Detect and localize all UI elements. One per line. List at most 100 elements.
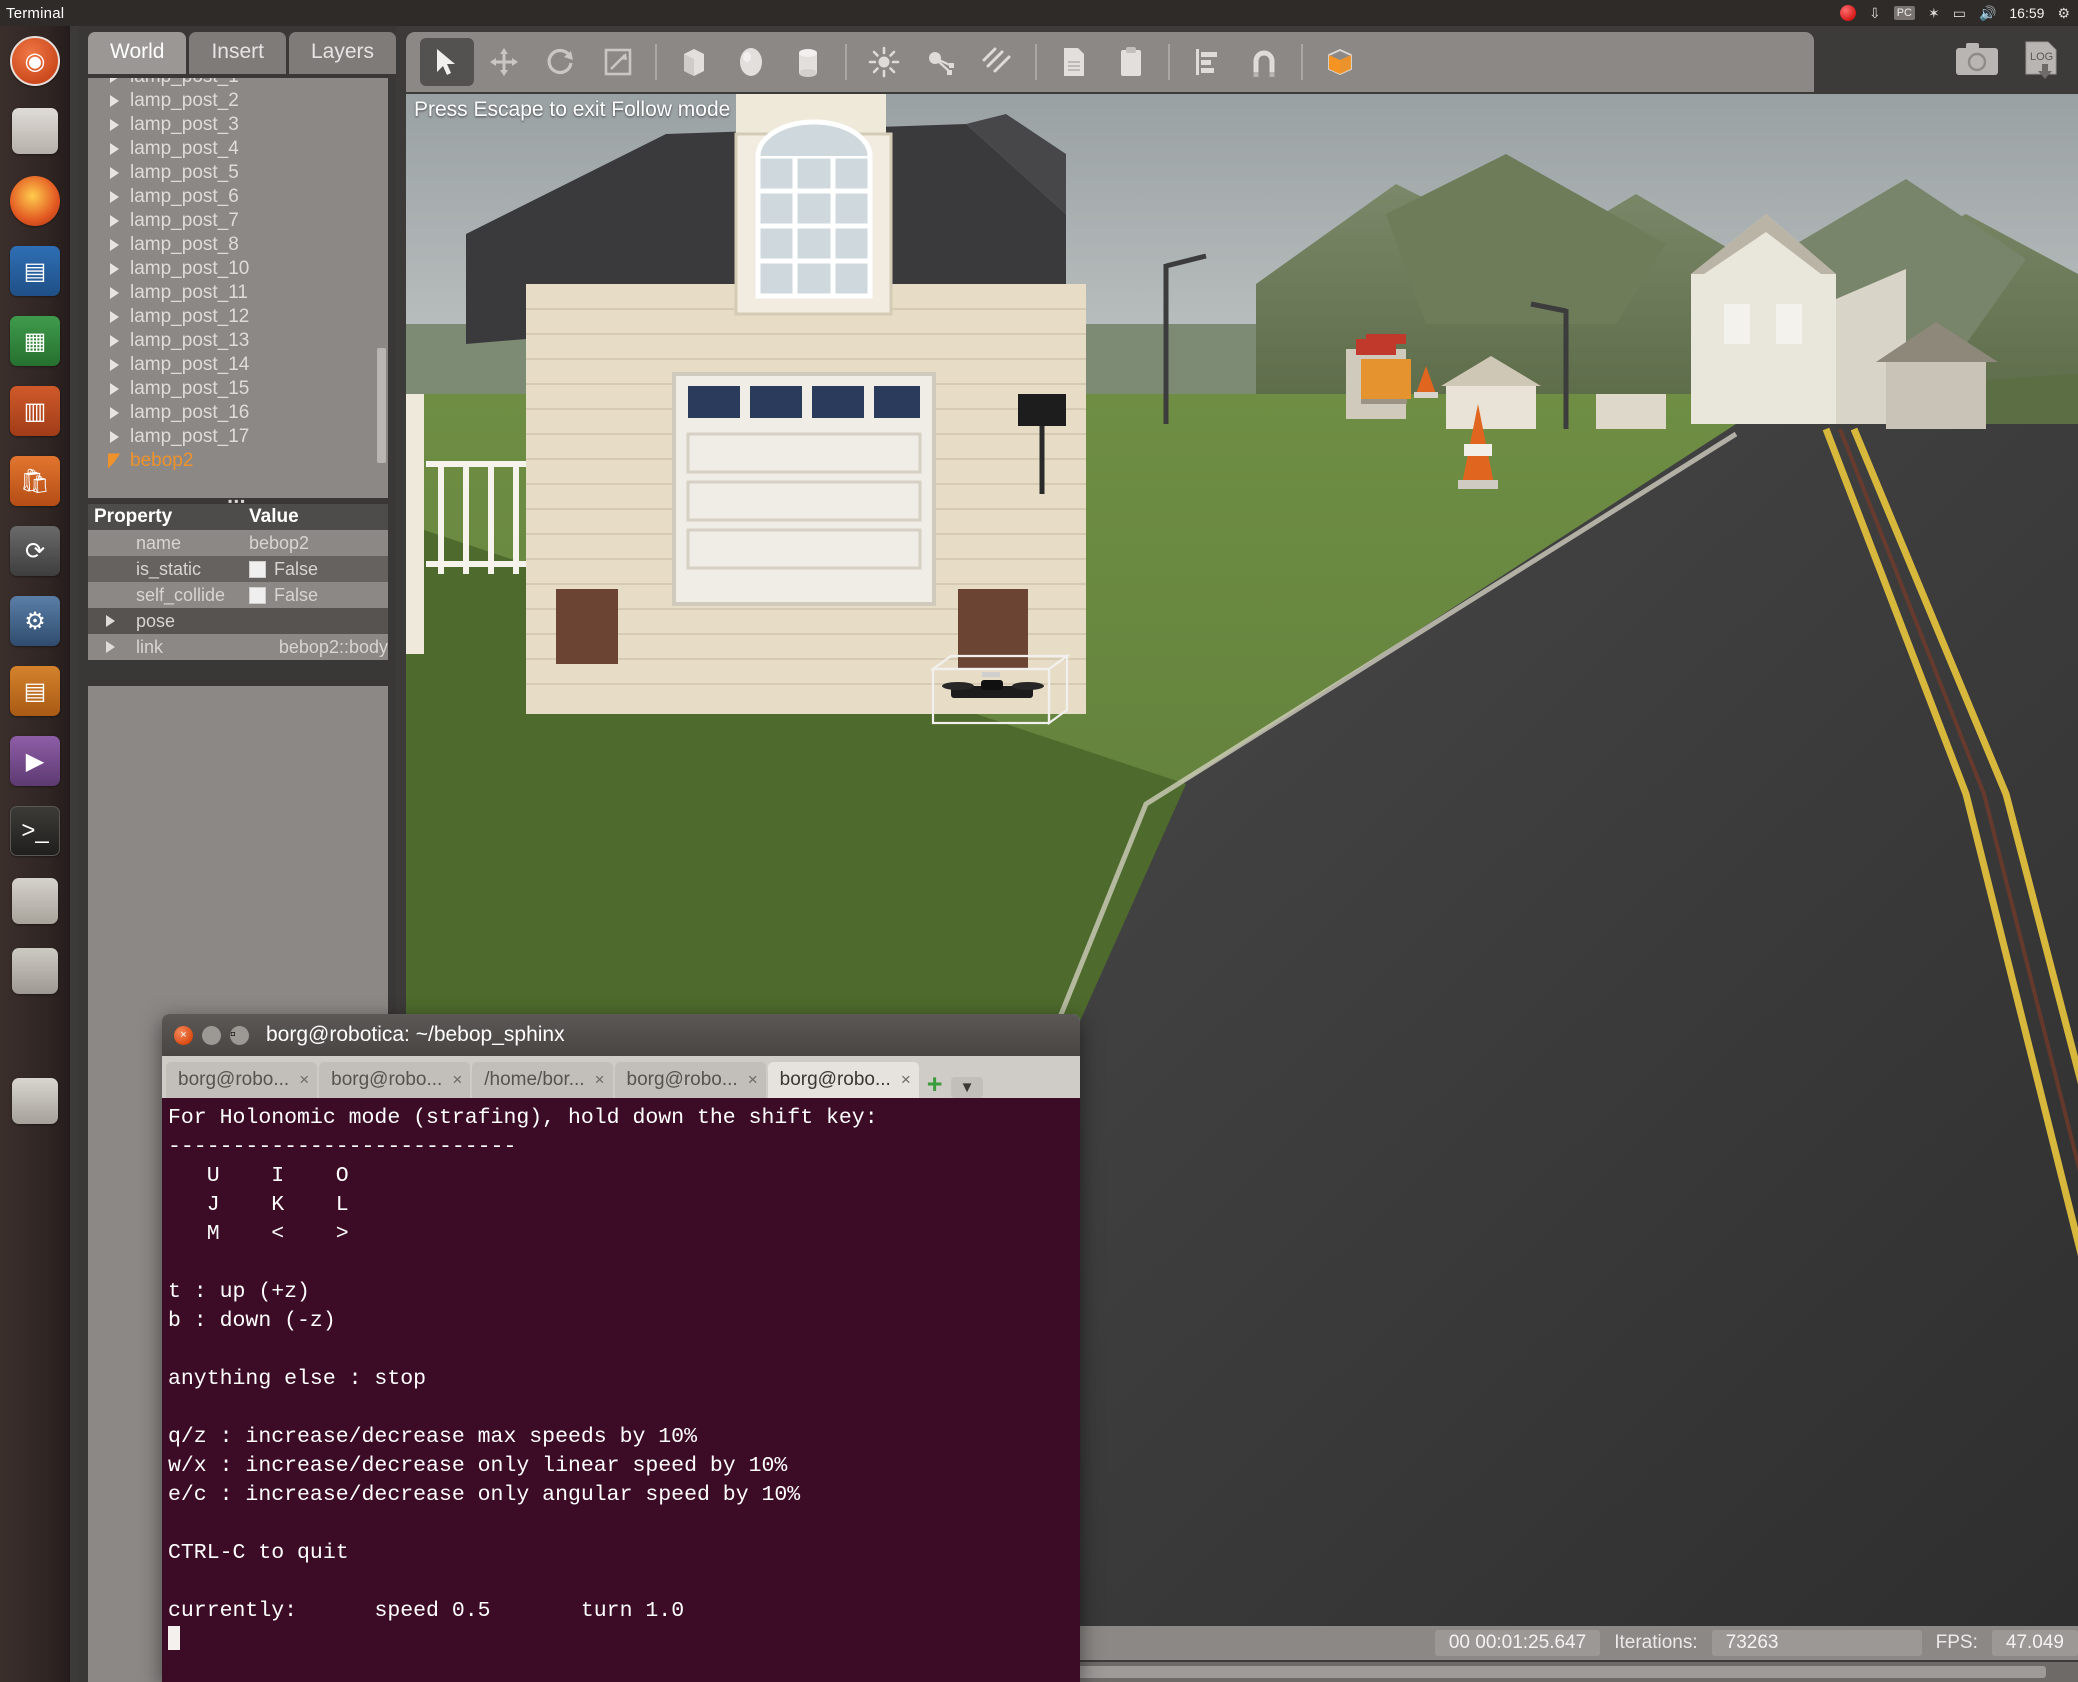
chevron-right-icon[interactable] xyxy=(110,311,119,323)
new-tab-button[interactable]: + xyxy=(927,1071,943,1098)
launcher-item-ubuntu-software[interactable]: 🛍 xyxy=(0,446,70,516)
view-transparent-icon[interactable] xyxy=(1313,38,1367,86)
tree-item-lamp_post_7[interactable]: lamp_post_7 xyxy=(88,209,388,233)
copy-icon[interactable] xyxy=(1047,38,1101,86)
launcher-item-file-manager[interactable]: ▤ xyxy=(0,656,70,726)
property-row-pose[interactable]: pose xyxy=(88,608,388,634)
directional-light-icon[interactable] xyxy=(971,38,1025,86)
chevron-right-icon[interactable] xyxy=(110,359,119,371)
launcher-item-libreoffice-calc[interactable]: ▦ xyxy=(0,306,70,376)
chevron-right-icon[interactable] xyxy=(106,641,115,653)
chevron-right-icon[interactable] xyxy=(110,335,119,347)
is-static-checkbox[interactable] xyxy=(249,561,266,578)
chevron-right-icon[interactable] xyxy=(110,78,119,83)
paste-icon[interactable] xyxy=(1104,38,1158,86)
close-icon[interactable]: × xyxy=(595,1070,605,1090)
launcher-item-terminal[interactable]: >_ xyxy=(0,796,70,866)
terminal-titlebar[interactable]: × ▫ borg@robotica: ~/bebop_sphinx xyxy=(162,1014,1080,1056)
self-collide-checkbox[interactable] xyxy=(249,587,266,604)
chevron-right-icon[interactable] xyxy=(110,287,119,299)
tree-item-lamp_post_17[interactable]: lamp_post_17 xyxy=(88,425,388,449)
launcher-item-archive-manager[interactable] xyxy=(0,866,70,936)
terminal-tab-4[interactable]: borg@robo... × xyxy=(615,1062,766,1098)
property-value[interactable]: bebop2 xyxy=(243,533,388,554)
tree-item-lamp_post_16[interactable]: lamp_post_16 xyxy=(88,401,388,425)
close-icon[interactable]: × xyxy=(901,1070,911,1090)
tab-layers[interactable]: Layers xyxy=(289,32,396,74)
terminal-tab-5[interactable]: borg@robo... × xyxy=(768,1062,919,1098)
launcher-item-media-player[interactable]: ▶ xyxy=(0,726,70,796)
tree-item-lamp_post_1[interactable]: lamp_post_1 xyxy=(88,78,388,89)
launcher-item-firefox[interactable] xyxy=(0,166,70,236)
tab-world[interactable]: World xyxy=(88,32,186,74)
chevron-down-icon[interactable] xyxy=(108,454,120,469)
tree-item-lamp_post_13[interactable]: lamp_post_13 xyxy=(88,329,388,353)
property-row-link[interactable]: link bebop2::body xyxy=(88,634,388,660)
minimize-button[interactable] xyxy=(202,1026,221,1045)
tree-item-lamp_post_11[interactable]: lamp_post_11 xyxy=(88,281,388,305)
chevron-right-icon[interactable] xyxy=(110,143,119,155)
tree-item-lamp_post_6[interactable]: lamp_post_6 xyxy=(88,185,388,209)
chevron-right-icon[interactable] xyxy=(110,383,119,395)
clock-label[interactable]: 16:59 xyxy=(2009,5,2044,21)
launcher-item-files[interactable] xyxy=(0,96,70,166)
terminal-menu-button[interactable]: ▼ xyxy=(951,1077,984,1098)
property-row-name[interactable]: name bebop2 xyxy=(88,530,388,556)
insert-sphere-icon[interactable] xyxy=(724,38,778,86)
screenshot-camera-icon[interactable] xyxy=(1954,40,2000,87)
launcher-item-disk-image[interactable] xyxy=(0,936,70,1006)
chevron-right-icon[interactable] xyxy=(110,407,119,419)
pc-badge-icon[interactable]: PC xyxy=(1894,6,1915,20)
chevron-right-icon[interactable] xyxy=(110,431,119,443)
tree-item-lamp_post_4[interactable]: lamp_post_4 xyxy=(88,137,388,161)
bluetooth-icon[interactable]: ✶ xyxy=(1928,0,1940,26)
snap-magnet-icon[interactable] xyxy=(1237,38,1291,86)
property-value[interactable]: False xyxy=(243,559,388,580)
close-icon[interactable]: × xyxy=(748,1070,758,1090)
log-record-icon[interactable]: LOG xyxy=(2022,40,2062,87)
point-light-icon[interactable] xyxy=(857,38,911,86)
world-tree[interactable]: lamp_post_1 lamp_post_2 lamp_post_3 lamp… xyxy=(88,78,388,498)
chevron-right-icon[interactable] xyxy=(110,215,119,227)
close-button[interactable]: × xyxy=(174,1026,193,1045)
display-icon[interactable]: ▭ xyxy=(1953,0,1966,26)
launcher-item-libreoffice-writer[interactable]: ▤ xyxy=(0,236,70,306)
tree-item-lamp_post_12[interactable]: lamp_post_12 xyxy=(88,305,388,329)
volume-icon[interactable]: 🔊 xyxy=(1979,0,1996,26)
spot-light-icon[interactable] xyxy=(914,38,968,86)
launcher-item-system-settings[interactable]: ⚙ xyxy=(0,586,70,656)
tree-item-lamp_post_3[interactable]: lamp_post_3 xyxy=(88,113,388,137)
chevron-right-icon[interactable] xyxy=(106,615,115,627)
chevron-right-icon[interactable] xyxy=(110,119,119,131)
align-icon[interactable] xyxy=(1180,38,1234,86)
close-icon[interactable]: × xyxy=(452,1070,462,1090)
chevron-right-icon[interactable] xyxy=(110,95,119,107)
insert-cylinder-icon[interactable] xyxy=(781,38,835,86)
maximize-button[interactable]: ▫ xyxy=(230,1026,249,1045)
chevron-right-icon[interactable] xyxy=(110,239,119,251)
terminal-tab-3[interactable]: /home/bor... × xyxy=(472,1062,612,1098)
translate-mode-icon[interactable] xyxy=(477,38,531,86)
tree-item-lamp_post_14[interactable]: lamp_post_14 xyxy=(88,353,388,377)
select-mode-icon[interactable] xyxy=(420,38,474,86)
launcher-item-trash[interactable] xyxy=(0,1066,70,1136)
record-dot-icon[interactable] xyxy=(1840,5,1856,21)
property-row-is_static[interactable]: is_static False xyxy=(88,556,388,582)
launcher-item-ubuntu-dash[interactable]: ◉ xyxy=(0,26,70,96)
scale-mode-icon[interactable] xyxy=(591,38,645,86)
terminal-tab-1[interactable]: borg@robo... × xyxy=(166,1062,317,1098)
tab-insert[interactable]: Insert xyxy=(189,32,286,74)
gear-icon[interactable]: ⚙ xyxy=(2057,0,2070,26)
terminal-tab-2[interactable]: borg@robo... × xyxy=(319,1062,470,1098)
tree-item-lamp_post_2[interactable]: lamp_post_2 xyxy=(88,89,388,113)
tree-item-lamp_post_15[interactable]: lamp_post_15 xyxy=(88,377,388,401)
close-icon[interactable]: × xyxy=(299,1070,309,1090)
tree-item-bebop2[interactable]: bebop2 xyxy=(88,449,388,473)
chevron-right-icon[interactable] xyxy=(110,263,119,275)
launcher-item-software-updater[interactable]: ⟳ xyxy=(0,516,70,586)
tree-item-lamp_post_8[interactable]: lamp_post_8 xyxy=(88,233,388,257)
tree-item-lamp_post_5[interactable]: lamp_post_5 xyxy=(88,161,388,185)
launcher-item-libreoffice-impress[interactable]: ▥ xyxy=(0,376,70,446)
rotate-mode-icon[interactable] xyxy=(534,38,588,86)
chevron-right-icon[interactable] xyxy=(110,167,119,179)
